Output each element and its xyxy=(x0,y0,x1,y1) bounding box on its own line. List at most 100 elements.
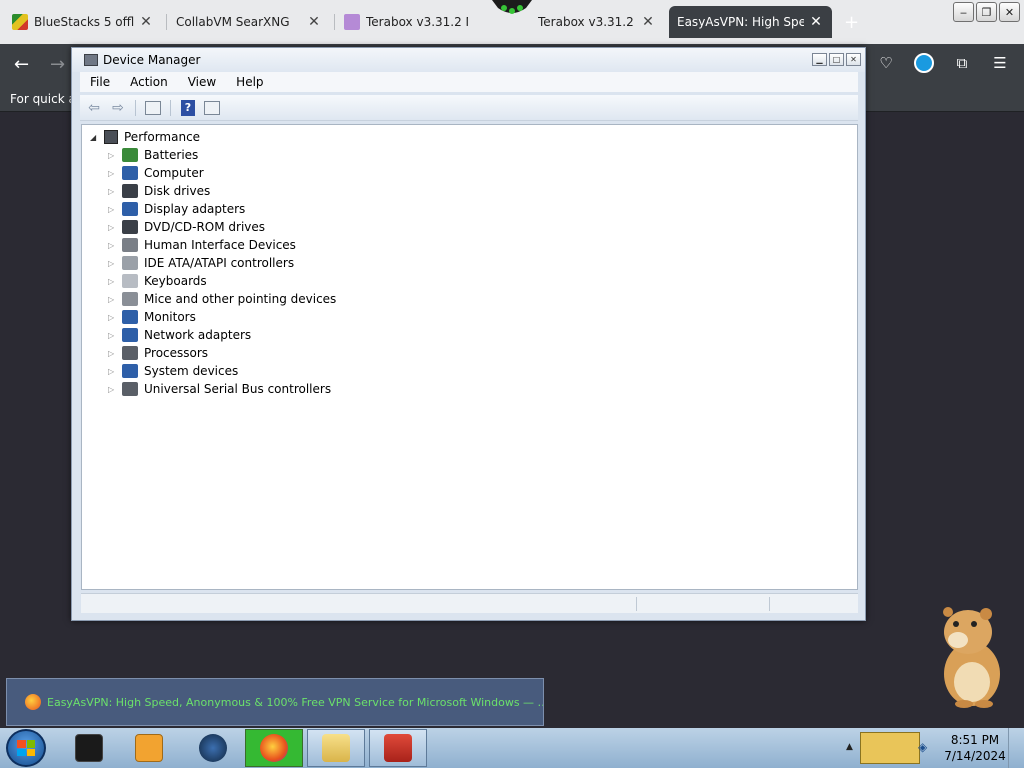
close-button[interactable]: ✕ xyxy=(846,53,861,66)
expand-arrow-icon[interactable]: ▷ xyxy=(108,169,120,178)
expand-arrow-icon[interactable]: ▷ xyxy=(108,349,120,358)
expand-arrow-icon[interactable]: ▷ xyxy=(108,331,120,340)
taskbar-app-media-center[interactable] xyxy=(60,729,118,767)
menu-file[interactable]: File xyxy=(80,72,120,92)
close-icon[interactable]: ✕ xyxy=(640,14,656,30)
taskbar-thumbnail-tooltip[interactable]: EasyAsVPN: High Speed, Anonymous & 100% … xyxy=(6,678,544,726)
minimize-button[interactable]: ‒ xyxy=(953,2,974,22)
clock-time: 8:51 PM xyxy=(950,733,1000,747)
device-category[interactable]: ▷ Disk drives xyxy=(108,182,336,200)
toolbar-separator xyxy=(170,99,171,116)
window-titlebar[interactable]: Device Manager ▁ □ ✕ xyxy=(72,48,865,72)
maximize-button[interactable]: □ xyxy=(829,53,844,66)
device-category-icon xyxy=(122,202,138,216)
expand-arrow-icon[interactable]: ▷ xyxy=(108,367,120,376)
tab-collabvm-searxng[interactable]: CollabVM SearXNG ✕ xyxy=(168,6,330,38)
back-arrow-icon[interactable]: ← xyxy=(14,54,29,75)
device-manager-icon xyxy=(84,54,98,66)
device-category-label: Universal Serial Bus controllers xyxy=(144,382,332,396)
start-button[interactable] xyxy=(6,729,46,767)
properties-icon[interactable] xyxy=(202,99,222,117)
forward-icon[interactable]: ⇨ xyxy=(108,99,128,117)
vpn-extension-icon[interactable] xyxy=(914,53,934,73)
show-hide-console-tree-icon[interactable] xyxy=(143,99,163,117)
help-icon[interactable]: ? xyxy=(178,99,198,117)
device-category-label: Monitors xyxy=(144,310,196,324)
taskbar-app-globe[interactable] xyxy=(184,729,242,767)
taskbar-app-firefox[interactable] xyxy=(245,729,303,767)
tray-notification-area[interactable] xyxy=(860,732,920,764)
expand-arrow-icon[interactable]: ▷ xyxy=(108,295,120,304)
tree-root[interactable]: ◢ Performance xyxy=(90,128,200,146)
show-desktop-button[interactable] xyxy=(1008,728,1020,768)
device-category[interactable]: ▷ IDE ATA/ATAPI controllers xyxy=(108,254,336,272)
forward-arrow-icon[interactable]: → xyxy=(50,54,65,75)
close-icon[interactable]: ✕ xyxy=(138,14,154,30)
show-hidden-icons-arrow[interactable]: ▲ xyxy=(846,742,853,752)
expand-arrow-icon[interactable]: ▷ xyxy=(108,187,120,196)
device-category[interactable]: ▷ Human Interface Devices xyxy=(108,236,336,254)
taskbar-app-device-manager[interactable] xyxy=(369,729,427,767)
media-center-icon xyxy=(75,734,103,762)
tab-bluestacks[interactable]: BlueStacks 5 offline I ✕ xyxy=(4,6,162,38)
navbar-actions: ♡ ⧉ ☰ xyxy=(876,53,1010,73)
taskbar-app-explorer[interactable] xyxy=(307,729,365,767)
device-category[interactable]: ▷ Universal Serial Bus controllers xyxy=(108,380,336,398)
back-icon[interactable]: ⇦ xyxy=(84,99,104,117)
close-icon[interactable]: ✕ xyxy=(306,14,322,30)
device-category[interactable]: ▷ Network adapters xyxy=(108,326,336,344)
menu-action[interactable]: Action xyxy=(120,72,178,92)
menu-help[interactable]: Help xyxy=(226,72,273,92)
device-category-icon xyxy=(122,328,138,342)
menu-hamburger-icon[interactable]: ☰ xyxy=(990,53,1010,73)
device-category[interactable]: ▷ Monitors xyxy=(108,308,336,326)
device-category-label: Network adapters xyxy=(144,328,252,342)
close-icon[interactable]: ✕ xyxy=(808,14,824,30)
restore-button[interactable]: ❐ xyxy=(976,2,997,22)
network-icon[interactable]: ◈ xyxy=(918,740,932,754)
expand-arrow-icon[interactable]: ▷ xyxy=(108,151,120,160)
taskbar: ▲ ◈ 8:51 PM 7/14/2024 xyxy=(0,728,1024,768)
properties-glyph xyxy=(204,100,220,115)
tab-title: EasyAsVPN: High Speed xyxy=(677,15,804,29)
expand-arrow-icon[interactable]: ▷ xyxy=(108,259,120,268)
new-tab-button[interactable]: + xyxy=(844,12,859,33)
expand-arrow-icon[interactable]: ▷ xyxy=(108,205,120,214)
tab-title: BlueStacks 5 offline I xyxy=(34,15,134,29)
window-title: Device Manager xyxy=(103,53,201,67)
close-button[interactable]: ✕ xyxy=(999,2,1020,22)
device-category[interactable]: ▷ Keyboards xyxy=(108,272,336,290)
pocket-icon[interactable]: ♡ xyxy=(876,53,896,73)
minimize-button[interactable]: ▁ xyxy=(812,53,827,66)
expand-arrow-icon[interactable]: ▷ xyxy=(108,385,120,394)
device-category-icon xyxy=(122,220,138,234)
device-category[interactable]: ▷ Display adapters xyxy=(108,200,336,218)
device-category-icon xyxy=(122,148,138,162)
device-category-label: System devices xyxy=(144,364,239,378)
expand-arrow-icon[interactable]: ▷ xyxy=(108,241,120,250)
tab-title: CollabVM SearXNG xyxy=(176,15,290,29)
device-category[interactable]: ▷ System devices xyxy=(108,362,336,380)
tab-terabox-mod[interactable]: Terabox v3.31.2 MOD ✕ xyxy=(530,6,664,38)
tab-terabox[interactable]: Terabox v3.31.2 M xyxy=(336,6,476,38)
device-category[interactable]: ▷ Batteries xyxy=(108,146,336,164)
tab-easyasvpn[interactable]: EasyAsVPN: High Speed ✕ xyxy=(669,6,832,38)
expand-arrow-icon[interactable]: ▷ xyxy=(108,277,120,286)
device-category[interactable]: ▷ Mice and other pointing devices xyxy=(108,290,336,308)
device-category-icon xyxy=(122,346,138,360)
device-category-label: Processors xyxy=(144,346,209,360)
extensions-puzzle-icon[interactable]: ⧉ xyxy=(952,53,972,73)
device-category[interactable]: ▷ Computer xyxy=(108,164,336,182)
hamster-desktop-pet[interactable] xyxy=(934,604,1008,708)
windows-logo-icon xyxy=(17,740,35,756)
expand-arrow-icon[interactable]: ▷ xyxy=(108,223,120,232)
device-category[interactable]: ▷ Processors xyxy=(108,344,336,362)
tab-title: Terabox v3.31.2 MOD xyxy=(538,15,636,29)
menu-view[interactable]: View xyxy=(178,72,226,92)
computer-icon xyxy=(104,130,118,144)
clock[interactable]: 8:51 PM 7/14/2024 xyxy=(940,732,1010,764)
device-category[interactable]: ▷ DVD/CD-ROM drives xyxy=(108,218,336,236)
collapse-arrow-icon[interactable]: ◢ xyxy=(90,133,102,142)
taskbar-app-media-player[interactable] xyxy=(120,729,178,767)
expand-arrow-icon[interactable]: ▷ xyxy=(108,313,120,322)
